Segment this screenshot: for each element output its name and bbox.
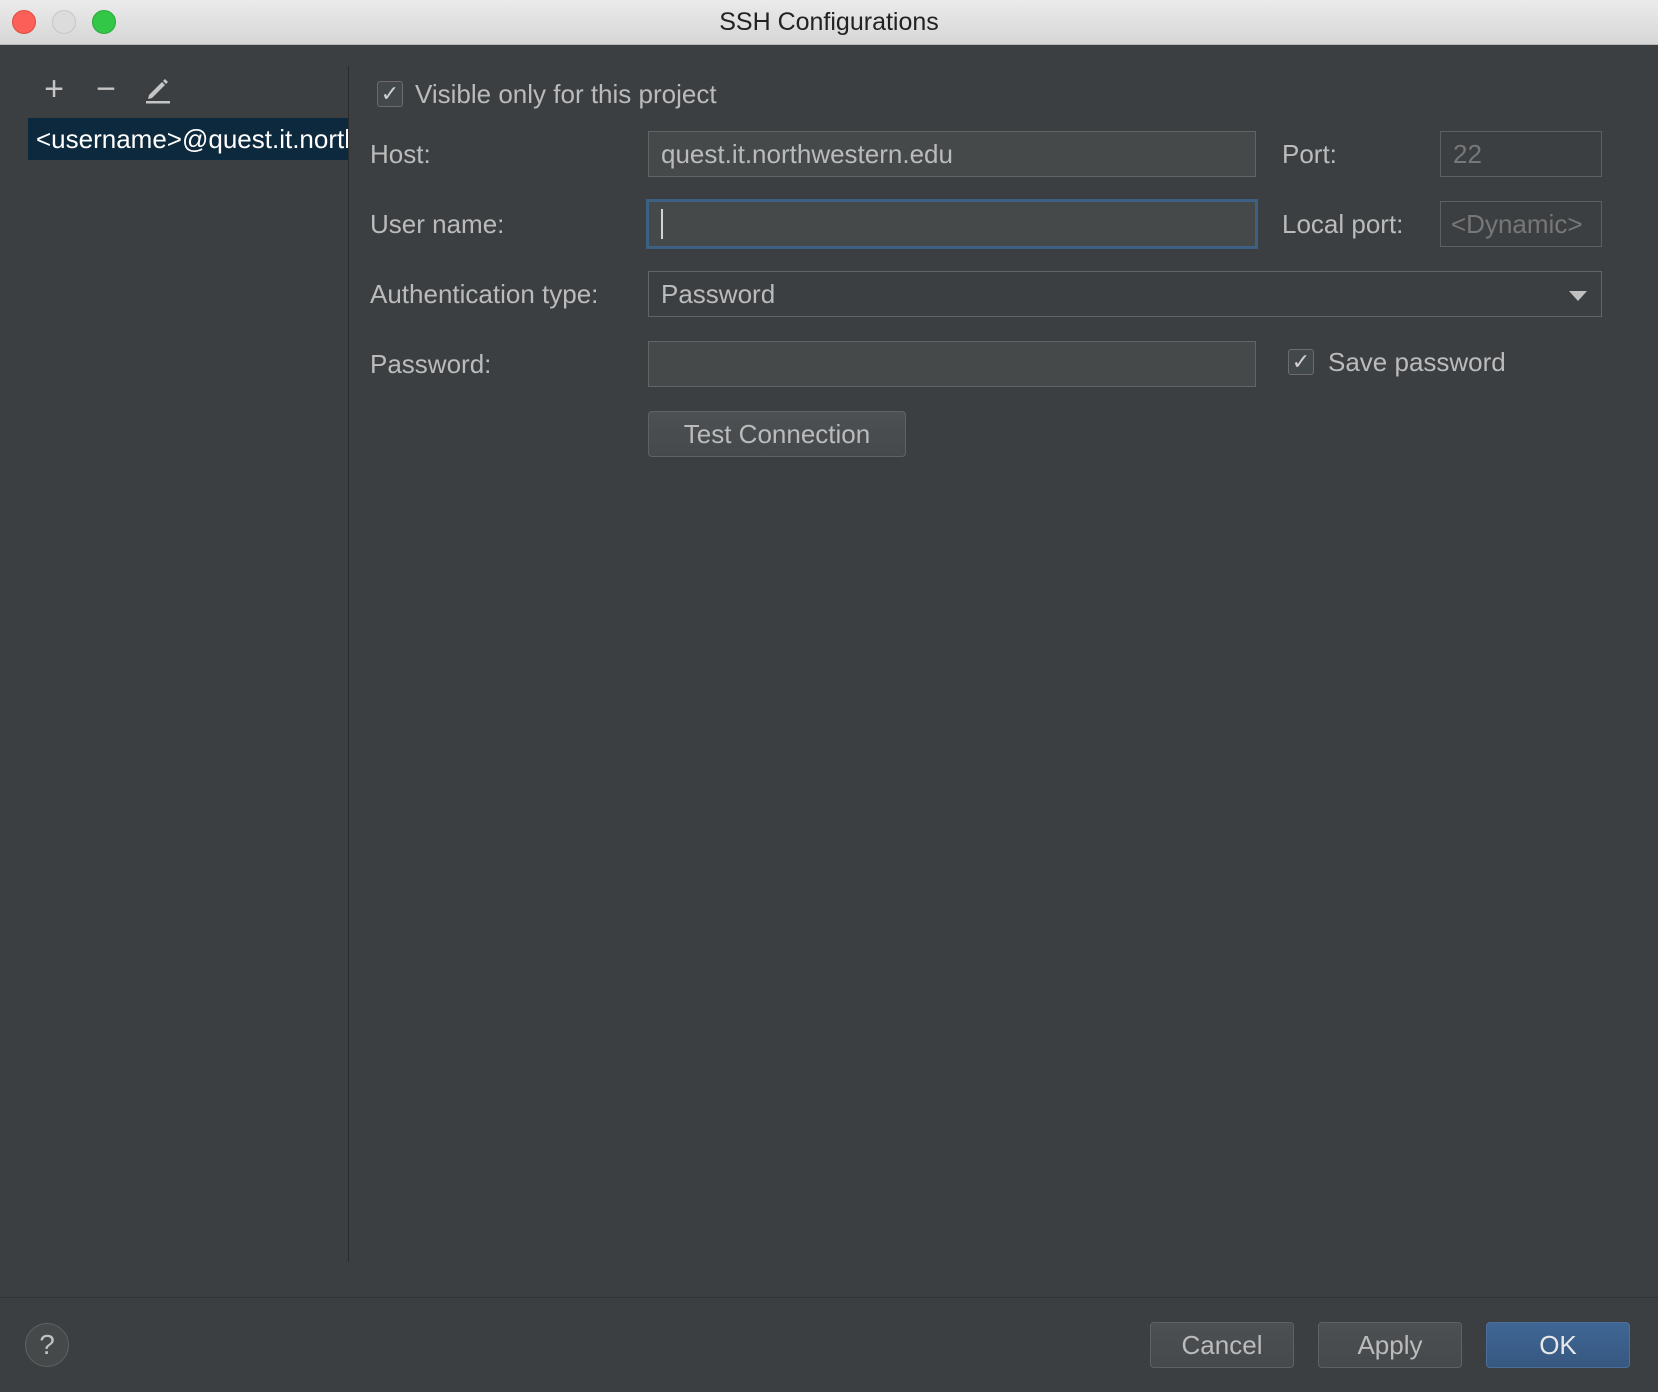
- visible-only-checkbox[interactable]: ✓: [377, 81, 403, 107]
- title-bar: SSH Configurations: [0, 0, 1658, 45]
- save-password-label: Save password: [1328, 347, 1506, 377]
- apply-button[interactable]: Apply: [1318, 1322, 1462, 1368]
- pane-divider[interactable]: [348, 66, 349, 1262]
- password-input[interactable]: [648, 341, 1256, 387]
- cancel-button[interactable]: Cancel: [1150, 1322, 1294, 1368]
- auth-type-label: Authentication type:: [370, 279, 599, 309]
- add-icon[interactable]: +: [37, 70, 71, 108]
- window-title: SSH Configurations: [719, 8, 939, 36]
- username-label: User name:: [370, 209, 505, 239]
- ssh-configurations-dialog: SSH Configurations + − <username>@quest.…: [0, 0, 1658, 1392]
- save-password-checkbox[interactable]: ✓: [1288, 349, 1314, 375]
- port-label: Port:: [1282, 139, 1337, 169]
- text-caret: [661, 209, 663, 240]
- list-item-ssh-config[interactable]: <username>@quest.it.northwestern.edu: [28, 118, 348, 160]
- help-icon[interactable]: ?: [25, 1323, 69, 1367]
- local-port-input[interactable]: <Dynamic>: [1440, 201, 1602, 247]
- password-label: Password:: [370, 349, 492, 379]
- host-label: Host:: [370, 139, 431, 169]
- chevron-down-icon: [1569, 291, 1587, 301]
- footer-divider: [0, 1297, 1658, 1298]
- test-connection-button[interactable]: Test Connection: [648, 411, 906, 457]
- ok-button[interactable]: OK: [1486, 1322, 1630, 1368]
- port-input[interactable]: 22: [1440, 131, 1602, 177]
- configurations-list-pane: [0, 45, 349, 1263]
- local-port-label: Local port:: [1282, 209, 1404, 239]
- username-input[interactable]: [646, 199, 1258, 249]
- host-input[interactable]: quest.it.northwestern.edu: [648, 131, 1256, 177]
- remove-icon[interactable]: −: [89, 70, 123, 108]
- auth-type-select[interactable]: Password: [648, 271, 1602, 317]
- edit-icon[interactable]: [141, 72, 175, 106]
- pencil-icon: [146, 79, 170, 104]
- visible-only-label: Visible only for this project: [415, 79, 717, 109]
- auth-type-value: Password: [661, 279, 776, 309]
